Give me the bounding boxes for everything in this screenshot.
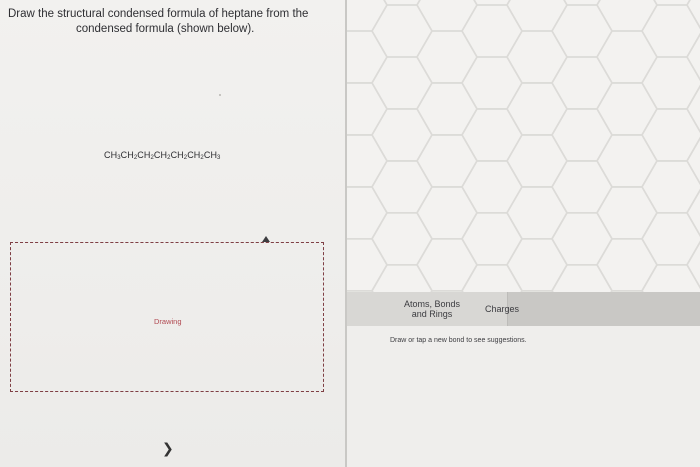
formula-group: CH <box>153 150 168 160</box>
hexagon-cell <box>371 4 433 58</box>
hexagon-cell <box>461 108 523 162</box>
formula-group: CH <box>104 150 118 160</box>
hexagon-cell <box>416 134 478 188</box>
hexagon-cell <box>416 238 478 292</box>
hexagon-cell <box>596 0 658 32</box>
formula-group: CH <box>203 150 218 160</box>
hexagon-cell <box>551 212 613 266</box>
formula-group: CH <box>120 150 134 160</box>
hexagon-cell <box>371 212 433 266</box>
hexagon-cell <box>506 82 568 136</box>
hexagon-cell <box>416 82 478 136</box>
drawing-label: Drawing <box>154 317 182 326</box>
hexagon-cell <box>596 30 658 84</box>
hexagon-cell <box>506 134 568 188</box>
condensed-formula: CH3CH2CH2CH2CH2CH2CH3 <box>104 150 220 161</box>
hexagon-cell <box>347 238 388 292</box>
hexagon-cell <box>551 160 613 214</box>
sketcher-panel: Atoms, Bonds and Rings Charges Draw or t… <box>347 0 700 467</box>
chevron-right-icon[interactable]: ❯ <box>162 441 174 457</box>
hexagon-cell <box>506 0 568 32</box>
hexagon-cell <box>551 56 613 110</box>
hexagon-cell <box>686 136 700 186</box>
hexagon-cell <box>596 238 658 292</box>
hexagon-cell <box>347 186 388 240</box>
hexagon-cell <box>506 30 568 84</box>
formula-group: CH <box>170 150 184 160</box>
hexagon-cell <box>461 263 523 292</box>
hexagon-cell <box>461 4 523 58</box>
hexagon-cell <box>461 160 523 214</box>
hexagon-cell <box>371 263 433 292</box>
formula-group: CH <box>137 150 151 160</box>
hexagon-cell <box>686 0 700 30</box>
question-text-line1: Draw the structural condensed formula of… <box>8 8 309 20</box>
question-prompt: Draw the structural condensed formula of… <box>8 7 338 37</box>
drawing-area[interactable]: Drawing <box>10 242 324 392</box>
hexagon-cell <box>641 263 700 292</box>
hexagon-cell <box>686 240 700 289</box>
formula-group: CH <box>187 150 201 160</box>
hexagon-cell <box>416 0 478 32</box>
formula-subscript: 3 <box>217 155 221 161</box>
hexagon-cell <box>686 32 700 82</box>
tab-charges[interactable]: Charges <box>467 292 537 326</box>
hexagon-cell <box>371 160 433 214</box>
hexagon-grid <box>347 0 700 292</box>
hexagon-cell <box>551 263 613 292</box>
hexagon-cell <box>347 134 388 188</box>
hexagon-cell <box>596 134 658 188</box>
hexagon-cell <box>461 212 523 266</box>
dot-mark <box>219 94 221 96</box>
hexagon-cell <box>506 238 568 292</box>
question-page: Draw the structural condensed formula of… <box>0 0 700 467</box>
hexagon-cell <box>371 56 433 110</box>
hexagon-cell <box>461 56 523 110</box>
tab-atoms-label: Atoms, Bonds and Rings <box>403 299 461 319</box>
hexagon-cell <box>551 108 613 162</box>
hexagon-cell <box>347 82 388 136</box>
hexagon-grid-canvas[interactable] <box>347 0 700 292</box>
hexagon-cell <box>551 4 613 58</box>
hexagon-cell <box>686 188 700 237</box>
hexagon-cell <box>506 186 568 240</box>
suggestion-hint: Draw or tap a new bond to see suggestion… <box>390 337 527 344</box>
hexagon-cell <box>347 30 388 84</box>
hexagon-cell <box>416 186 478 240</box>
hexagon-cell <box>596 186 658 240</box>
hexagon-cell <box>371 108 433 162</box>
hexagon-cell <box>416 30 478 84</box>
question-text-line2: condensed formula (shown below). <box>76 23 255 35</box>
question-panel: Draw the structural condensed formula of… <box>0 0 346 467</box>
sketcher-toolbar: Atoms, Bonds and Rings Charges <box>347 292 700 326</box>
hexagon-cell <box>596 82 658 136</box>
hexagon-cell <box>686 84 700 134</box>
tab-charges-label: Charges <box>484 304 520 314</box>
